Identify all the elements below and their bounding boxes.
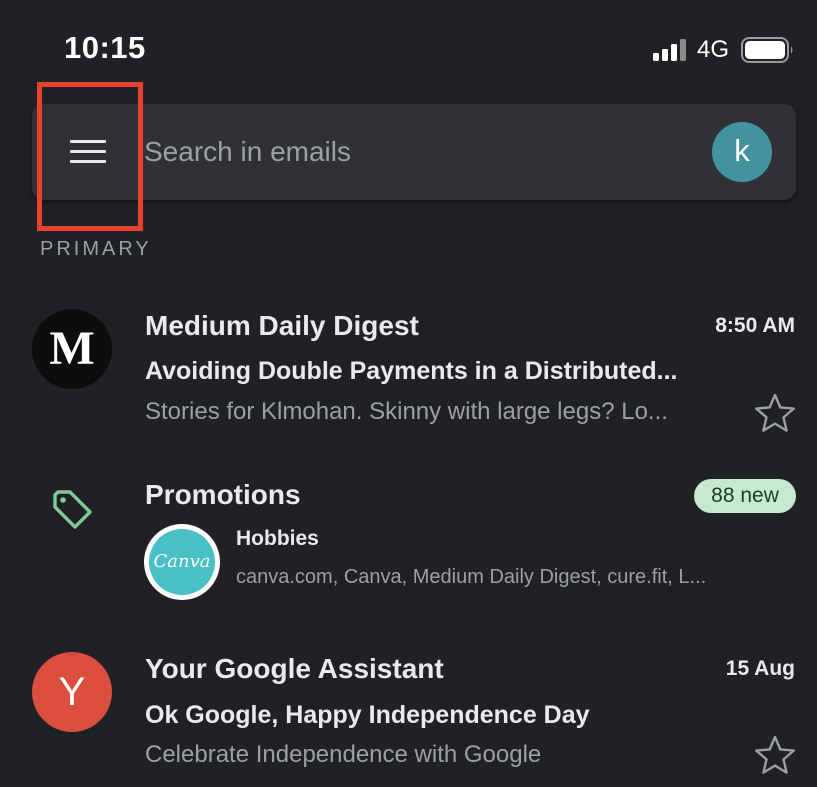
- email-subject: Avoiding Double Payments in a Distribute…: [145, 357, 678, 385]
- canva-logo-text: Canva: [149, 529, 215, 595]
- new-count-badge: 88 new: [694, 479, 796, 513]
- search-bar: k: [32, 104, 796, 200]
- status-time: 10:15: [64, 30, 146, 65]
- email-time: 15 Aug: [725, 657, 795, 680]
- email-sender: Your Google Assistant: [145, 653, 444, 684]
- account-avatar[interactable]: k: [712, 122, 772, 182]
- canva-logo: Canva: [144, 524, 220, 600]
- email-subject: Ok Google, Happy Independence Day: [145, 701, 590, 729]
- status-bar: 10:15 4G: [0, 0, 817, 90]
- tag-icon: [53, 490, 92, 529]
- email-snippet: Stories for Klmohan. Skinny with large l…: [145, 398, 668, 425]
- section-label: PRIMARY: [40, 238, 152, 260]
- promotions-senders: canva.com, Canva, Medium Daily Digest, c…: [236, 566, 707, 588]
- battery-icon: [741, 37, 793, 63]
- email-sender: Medium Daily Digest: [145, 310, 419, 341]
- sender-avatar: M: [32, 309, 112, 389]
- network-label: 4G: [697, 36, 730, 63]
- star-outline-icon[interactable]: [754, 392, 796, 434]
- star-outline-icon[interactable]: [754, 734, 796, 776]
- email-time: 8:50 AM: [715, 314, 795, 337]
- search-input[interactable]: [144, 126, 684, 178]
- email-snippet: Celebrate Independence with Google: [145, 741, 542, 768]
- promotions-subject: Hobbies: [236, 527, 319, 550]
- hamburger-menu-icon[interactable]: [68, 129, 108, 175]
- signal-bars-icon: [653, 39, 686, 61]
- promotions-title: Promotions: [145, 479, 301, 510]
- sender-avatar: Y: [32, 652, 112, 732]
